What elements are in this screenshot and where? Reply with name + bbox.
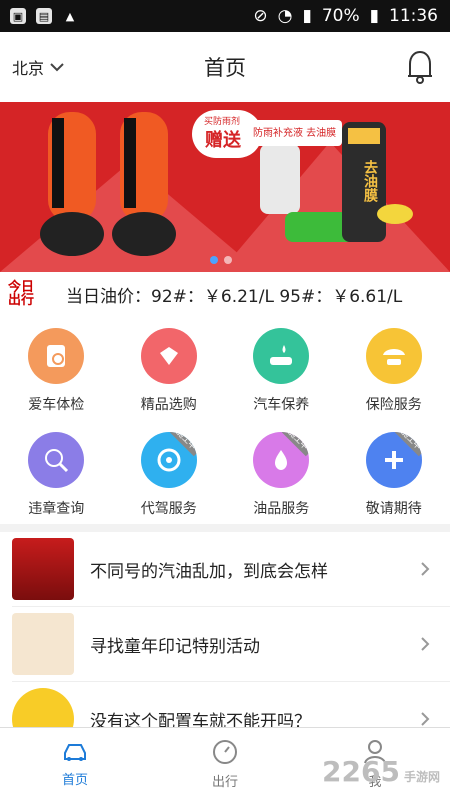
oil-logo: 今日 出行 <box>8 281 58 307</box>
service-label: 敬请期待 <box>365 501 422 517</box>
watermark-number: 2265 <box>322 755 400 788</box>
gallery-icon: ▣ <box>10 8 26 24</box>
umbrella-car-icon <box>365 328 422 384</box>
banner-promo-sub: 防雨补充液 去油膜 <box>253 128 337 139</box>
car-check-icon <box>28 328 85 384</box>
service-car-check[interactable]: 爱车体检 <box>0 316 113 420</box>
wifi-icon: ◔ <box>277 6 293 26</box>
car-wash-icon <box>253 328 310 384</box>
service-label: 精品选购 <box>140 397 197 413</box>
watermark-site: 手游网 <box>403 770 440 784</box>
clock: 11:36 <box>389 6 438 26</box>
pagination-dot-active <box>210 256 218 264</box>
banner-pagination <box>210 256 232 264</box>
mute-icon: ⊘ <box>253 6 268 26</box>
bell-icon[interactable] <box>404 48 436 84</box>
service-insurance[interactable]: 保险服务 <box>338 316 450 420</box>
diamond-icon <box>140 328 197 384</box>
status-icons-left: ▣ ▤ ▲ <box>10 8 78 24</box>
service-label: 代驾服务 <box>140 501 197 517</box>
news-thumbnail <box>12 613 74 675</box>
status-icons-right: ⊘ ◔ ▮ 70% ▮ 11:36 <box>253 6 438 26</box>
plus-icon: 施工中 <box>365 432 422 488</box>
service-oil[interactable]: 施工中 油品服务 <box>225 420 338 524</box>
chevron-right-icon <box>421 712 430 726</box>
service-label: 保险服务 <box>365 397 422 413</box>
watermark: 2265 手游网 <box>322 755 440 788</box>
chevron-right-icon <box>421 637 430 651</box>
service-label: 油品服务 <box>253 501 310 517</box>
oil-drop-icon: 施工中 <box>253 432 310 488</box>
tab-travel[interactable]: 出行 <box>150 728 300 800</box>
pagination-dot <box>224 256 232 264</box>
speedometer-icon <box>213 739 237 764</box>
chevron-right-icon <box>421 562 430 576</box>
services-grid: 爱车体检 精品选购 汽车保养 保险服务 违章查询 施工中 代驾服务 施工中 油品… <box>0 316 450 524</box>
battery-icon: ▮ <box>369 6 379 26</box>
page-title: 首页 <box>204 56 246 80</box>
battery-percent: 70% <box>321 6 360 26</box>
status-bar: ▣ ▤ ▲ ⊘ ◔ ▮ 70% ▮ 11:36 <box>0 0 450 32</box>
violation-search-icon <box>28 432 85 488</box>
signal-icon: ▮ <box>302 6 312 26</box>
oil-logo-line2: 出行 <box>8 293 35 308</box>
news-thumbnail <box>12 538 74 600</box>
warning-icon: ▲ <box>65 9 75 23</box>
news-title: 寻找童年印记特别活动 <box>90 636 260 657</box>
service-label: 违章查询 <box>28 501 85 517</box>
news-list: 不同号的汽油乱加，到底会怎样 寻找童年印记特别活动 没有这个配置车就不能开吗？ <box>0 532 450 750</box>
tab-home[interactable]: 首页 <box>0 728 150 800</box>
service-label: 汽车保养 <box>253 397 310 413</box>
banner-bottle-text: 去油膜 <box>362 160 378 202</box>
tab-label: 出行 <box>211 774 238 790</box>
car-icon <box>64 743 86 761</box>
service-coming-soon[interactable]: 施工中 敬请期待 <box>338 420 450 524</box>
promo-banner[interactable]: 买防雨剂 赠送 防雨补充液 去油膜 去油膜 <box>0 102 450 272</box>
app-icon: ▤ <box>36 8 52 24</box>
service-driver[interactable]: 施工中 代驾服务 <box>113 420 226 524</box>
oil-price-text: 当日油价：92#：￥6.21/L 95#：￥6.61/L <box>66 286 403 307</box>
service-violation[interactable]: 违章查询 <box>0 420 113 524</box>
news-item[interactable]: 不同号的汽油乱加，到底会怎样 <box>12 532 450 607</box>
steering-wheel-icon: 施工中 <box>140 432 197 488</box>
tab-label: 首页 <box>61 772 88 788</box>
news-item[interactable]: 寻找童年印记特别活动 <box>12 607 450 682</box>
header: 北京 首页 <box>0 32 450 103</box>
service-premium[interactable]: 精品选购 <box>113 316 226 420</box>
service-label: 爱车体检 <box>28 397 85 413</box>
news-title: 不同号的汽油乱加，到底会怎样 <box>90 561 328 582</box>
banner-promo-big: 赠送 <box>205 130 241 151</box>
oil-price-bar: 今日 出行 当日油价：92#：￥6.21/L 95#：￥6.61/L <box>0 272 450 317</box>
service-maintenance[interactable]: 汽车保养 <box>225 316 338 420</box>
